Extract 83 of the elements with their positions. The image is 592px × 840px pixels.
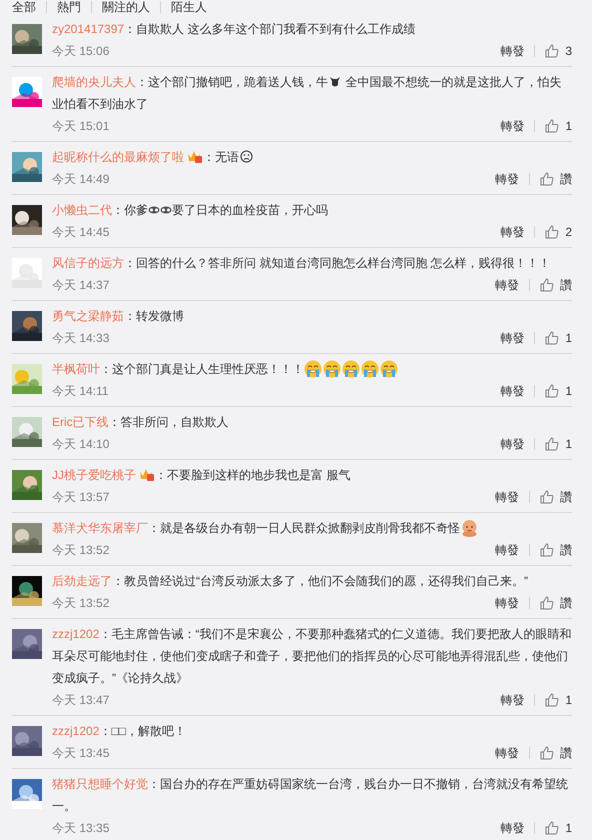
repost-link[interactable]: 轉發 — [495, 539, 519, 561]
like-button[interactable]: 3 — [545, 40, 572, 62]
comment-text: JJ桃子爱吃桃子 ：不要脸到这样的地步我也是富 服气 — [52, 466, 352, 484]
comment-text: 勇气之梁静茹：转发微博 — [52, 308, 185, 325]
comment-text: 猪猪只想睡个好觉：国台办的存在严重妨碍国家统一台湾，贱台办一日不撤销，台湾就没有希望统一。 — [52, 776, 569, 815]
filter-tab[interactable]: 陌生人 — [171, 0, 207, 14]
like-button[interactable]: 1 — [545, 115, 572, 137]
thumbs-up-icon — [540, 278, 554, 292]
like-button[interactable]: 1 — [545, 817, 572, 839]
timestamp: 今天 13:47 — [52, 692, 110, 709]
thumbs-up-icon — [545, 225, 560, 239]
repost-link[interactable]: 轉發 — [500, 380, 524, 402]
filter-tab[interactable]: 關注的人 — [102, 0, 150, 14]
timestamp: 今天 13:35 — [52, 820, 110, 837]
comment-text: 小懒虫二代：你爹 要了日本的血栓疫苗，开心吗 — [52, 202, 329, 219]
timestamp: 今天 14:45 — [52, 224, 110, 241]
repost-link[interactable]: 轉發 — [500, 221, 524, 243]
repost-link[interactable]: 轉發 — [500, 689, 524, 711]
repost-link[interactable]: 轉發 — [500, 433, 524, 455]
timestamp: 今天 14:33 — [52, 330, 110, 347]
like-button[interactable]: 讚 — [540, 742, 572, 764]
comment-text: 风信子的远方：回答的什么？答非所问 就知道台湾同胞怎么样台湾同胞 怎么样，贱得很！！！ — [52, 255, 552, 272]
filter-tab[interactable]: 全部 — [12, 0, 36, 14]
timestamp: 今天 13:52 — [52, 542, 110, 559]
repost-link[interactable]: 轉發 — [495, 168, 519, 190]
comment-text: zzzj1202：毛主席曾告诫：“我们不是宋襄公，不要那种蠢猪式的仁义道德。我们要把敌人的眼睛和耳朵尽可能地封住，使他们变成瞎子和聋子，要把他们的指挥员的心尽可能地弄得混乱些，使他们变成疯子。”《论持久战》 — [52, 626, 572, 687]
comment-text: Eric已下线：答非所问，自欺欺人 — [52, 414, 230, 431]
thumbs-up-icon — [545, 119, 560, 133]
like-button[interactable]: 讚 — [540, 486, 572, 508]
like-button[interactable]: 讚 — [540, 274, 572, 296]
comment-text: zy201417397：自欺欺人 这么多年这个部门我看不到有什么工作成绩 — [52, 21, 416, 38]
baby-face-icon — [461, 519, 478, 537]
like-button[interactable]: 2 — [545, 221, 572, 243]
timestamp: 今天 14:37 — [52, 277, 110, 294]
thumbs-up-icon — [545, 331, 560, 345]
like-button[interactable]: 讚 — [540, 539, 572, 561]
repost-link[interactable]: 轉發 — [495, 592, 519, 614]
thumbs-up-icon — [545, 821, 560, 835]
like-button[interactable]: 1 — [545, 380, 572, 402]
repost-link[interactable]: 轉發 — [495, 742, 519, 764]
crying-face-icon — [380, 360, 398, 378]
thumbs-up-icon — [540, 746, 554, 760]
thumbs-up-icon — [540, 490, 554, 504]
timestamp: 今天 15:06 — [52, 43, 110, 60]
repost-link[interactable]: 轉發 — [500, 327, 524, 349]
crying-face-icon — [304, 360, 322, 378]
like-button[interactable]: 讚 — [540, 592, 572, 614]
repost-link[interactable]: 轉發 — [495, 274, 519, 296]
timestamp: 今天 15:01 — [52, 118, 110, 135]
comment-text: 半枫荷叶：这个部门真是让人生理性厌恶！！！ — [52, 358, 572, 380]
repost-link[interactable]: 轉發 — [500, 115, 524, 137]
timestamp: 今天 13:57 — [52, 489, 110, 506]
repost-link[interactable]: 轉發 — [500, 40, 524, 62]
mask-emoji-icon — [160, 205, 172, 215]
crying-face-icon — [342, 360, 360, 378]
comment-text: 后劲走远了：教员曾经说过“台湾反动派太多了，他们不会随我们的愿，还得我们自己来。” — [52, 573, 529, 590]
timestamp: 今天 13:52 — [52, 595, 110, 612]
comment-text: 慕洋犬华东屠宰厂：就是各级台办有朝一日人民群众掀翻剥皮削骨我都不奇怪 — [52, 517, 572, 539]
mask-emoji-icon — [148, 205, 160, 215]
timestamp: 今天 14:49 — [52, 171, 110, 188]
comment-text: zzzj1202：□□，解散吧！ — [52, 723, 187, 740]
crying-face-icon — [361, 360, 379, 378]
thumbs-up-icon — [540, 543, 554, 557]
thumbs-up-icon — [545, 44, 560, 58]
frown-face-icon — [240, 150, 253, 163]
like-button[interactable]: 1 — [545, 327, 572, 349]
like-button[interactable]: 讚 — [540, 168, 572, 190]
comment-text: 起昵称什么的最麻烦了啦 ：无语 — [52, 146, 572, 168]
thumbs-up-icon — [540, 172, 554, 186]
timestamp: 今天 14:11 — [52, 383, 108, 400]
repost-link[interactable]: 轉發 — [495, 486, 519, 508]
thumbs-up-icon — [545, 693, 560, 707]
comment-text: 爬墙的央儿夫人：这个部门撤销吧，跪着送人钱，牛 全中国最不想统一的就是这批人了，怕失业怕看不到油水了 — [52, 74, 562, 113]
timestamp: 今天 13:45 — [52, 745, 110, 762]
crying-face-icon — [323, 360, 341, 378]
like-button[interactable]: 1 — [545, 689, 572, 711]
filter-tab[interactable]: 熱門 — [57, 0, 81, 14]
like-button[interactable]: 1 — [545, 433, 572, 455]
thumbs-up-icon — [545, 437, 560, 451]
repost-link[interactable]: 轉發 — [500, 817, 524, 839]
thumbs-up-icon — [540, 596, 554, 610]
thumbs-up-icon — [545, 384, 560, 398]
timestamp: 今天 14:10 — [52, 436, 110, 453]
